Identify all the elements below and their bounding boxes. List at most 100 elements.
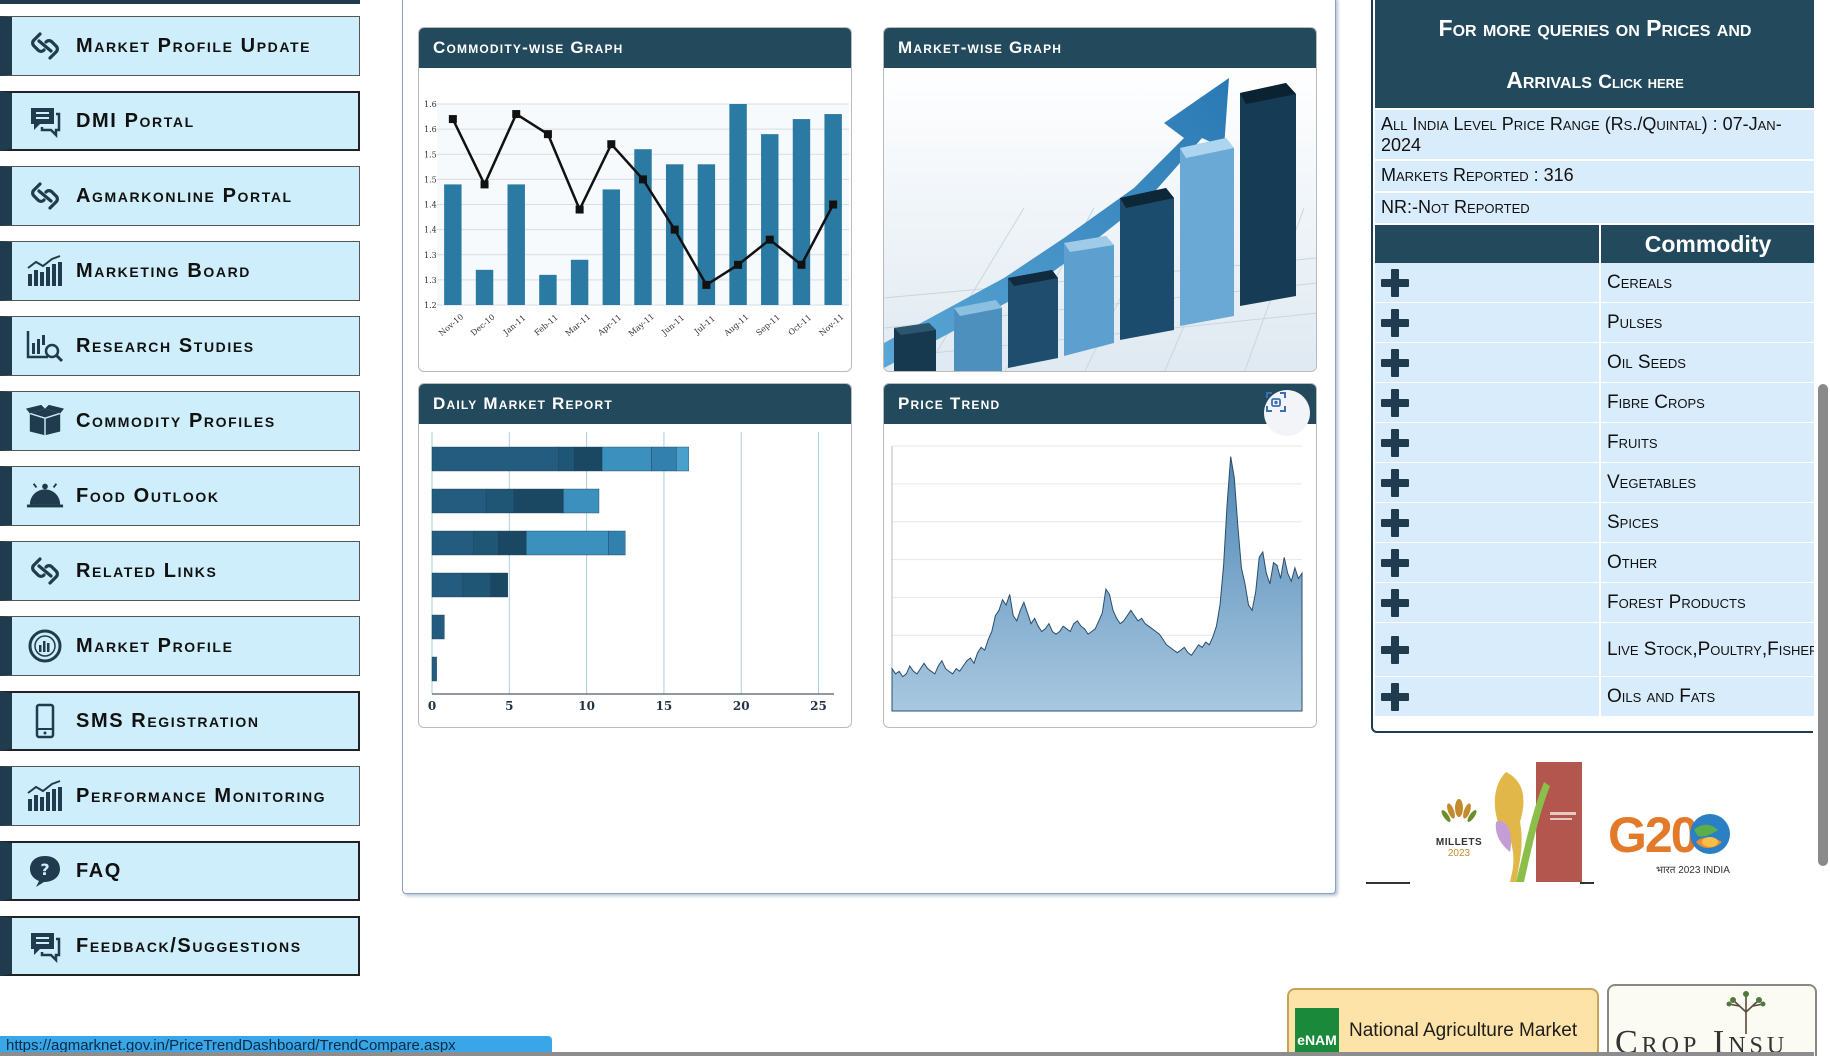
g20-logo: G20 भारत 2023 INDIA bbox=[1608, 810, 1738, 880]
x-tick-label: Aug-11 bbox=[722, 312, 751, 338]
daily-market-report-card[interactable]: Daily Market Report 0 5 10 15 20 25 bbox=[418, 383, 852, 728]
x-tick-label: Oct-11 bbox=[787, 313, 814, 337]
x-tick-label: Jul-11 bbox=[692, 314, 717, 337]
nav-item-label: SMS Registration bbox=[76, 709, 260, 732]
nav-item-label: FAQ bbox=[76, 859, 122, 882]
nav-item-label: Performance Monitoring bbox=[76, 784, 327, 807]
commodity-graph-card[interactable]: Commodity-wise Graph 1.2 1.3 1.3 1.4 1.4 1.5 1… bbox=[418, 27, 852, 372]
market-graph-card[interactable]: Market-wise Graph bbox=[883, 27, 1317, 372]
nav-item-market-profile-update[interactable]: Market Profile Update bbox=[0, 16, 360, 76]
price-trend-card[interactable]: Price Trend bbox=[883, 383, 1317, 728]
price-trend-chart bbox=[884, 424, 1316, 727]
expand-button[interactable] bbox=[1375, 423, 1601, 462]
query-text-line1: For more queries on Prices and bbox=[1438, 15, 1752, 41]
commodity-name[interactable]: Oil Seeds bbox=[1601, 343, 1815, 382]
bar bbox=[824, 114, 842, 305]
series-point bbox=[829, 200, 838, 209]
millets-text: MILLETS bbox=[1435, 837, 1483, 848]
x-tick-label: Jun-11 bbox=[659, 313, 686, 338]
expand-button[interactable] bbox=[1375, 263, 1601, 302]
scrollbar-thumb[interactable] bbox=[1818, 384, 1828, 866]
market-illustration bbox=[884, 68, 1316, 371]
bar bbox=[507, 184, 525, 305]
commodity-name[interactable]: Other bbox=[1601, 543, 1815, 582]
y-tick-label: 1.3 bbox=[424, 276, 437, 285]
bar-segment bbox=[558, 446, 575, 472]
expand-button[interactable] bbox=[1375, 303, 1601, 342]
commodity-name[interactable]: Cereals bbox=[1601, 263, 1815, 302]
y-tick-label: 1.6 bbox=[424, 100, 437, 109]
expand-button[interactable] bbox=[1375, 503, 1601, 542]
bar-segment bbox=[563, 488, 600, 514]
nav-item-marketing-board[interactable]: Marketing Board bbox=[0, 241, 360, 301]
food-tray-icon bbox=[26, 477, 64, 515]
expand-button[interactable] bbox=[1375, 583, 1601, 622]
commodity-name[interactable]: Fibre Crops bbox=[1601, 383, 1815, 422]
bar bbox=[792, 119, 811, 305]
nav-item-faq[interactable]: ? FAQ bbox=[0, 841, 360, 901]
expand-button[interactable] bbox=[1375, 343, 1601, 382]
card-title: Daily Market Report bbox=[419, 384, 851, 424]
y-tick-label: 1.2 bbox=[424, 301, 437, 310]
millets-year: 2023 bbox=[1447, 848, 1471, 859]
y-tick-label: 1.4 bbox=[424, 201, 437, 210]
markets-reported-info: Markets Reported : 316 bbox=[1375, 161, 1815, 192]
price-area bbox=[891, 456, 1303, 712]
logo-underline-right bbox=[1580, 882, 1594, 884]
bottom-divider bbox=[0, 1052, 1814, 1056]
expand-button[interactable] bbox=[1375, 623, 1601, 676]
x-tick-label: May-11 bbox=[627, 312, 656, 338]
nav-item-related-links[interactable]: Related Links bbox=[0, 541, 360, 601]
expand-button[interactable] bbox=[1375, 463, 1601, 502]
x-tick-label: Apr-11 bbox=[595, 313, 623, 338]
nav-item-feedback-suggestions[interactable]: Feedback/Suggestions bbox=[0, 916, 360, 976]
logos-strip: MILLETS 2023 G20 भारत 2023 INDIA bbox=[1364, 762, 1804, 886]
queries-link-box[interactable]: For more queries on Prices and Arrivals … bbox=[1375, 0, 1815, 108]
price-info-panel: For more queries on Prices and Arrivals … bbox=[1371, 0, 1815, 733]
bar bbox=[665, 164, 684, 305]
bar bbox=[729, 104, 747, 305]
commodity-name[interactable]: Fruits bbox=[1601, 423, 1815, 462]
nav-item-commodity-profiles[interactable]: Commodity Profiles bbox=[0, 391, 360, 451]
nav-item-label: Research Studies bbox=[76, 334, 255, 357]
nav-item-food-outlook[interactable]: Food Outlook bbox=[0, 466, 360, 526]
series-point bbox=[480, 180, 489, 189]
x-tick-label: 0 bbox=[428, 699, 436, 713]
commodity-table-header: Commodity bbox=[1375, 225, 1815, 263]
bar-chart-icon bbox=[26, 777, 64, 815]
series-point bbox=[639, 175, 647, 184]
series-point bbox=[512, 110, 521, 119]
nav-item-sms-registration[interactable]: SMS Registration bbox=[0, 691, 360, 751]
commodity-name[interactable]: Spices bbox=[1601, 503, 1815, 542]
price-range-info: All India Level Price Range (Rs./Quintal… bbox=[1375, 110, 1815, 160]
analytics-search-icon bbox=[26, 327, 64, 365]
commodity-name[interactable]: Oils and Fats bbox=[1601, 677, 1815, 716]
commodity-name[interactable]: Pulses bbox=[1601, 303, 1815, 342]
expand-button[interactable] bbox=[1375, 383, 1601, 422]
nav-item-research-studies[interactable]: Research Studies bbox=[0, 316, 360, 376]
series-point bbox=[734, 260, 743, 269]
expand-button[interactable] bbox=[1375, 677, 1601, 716]
nav-top-divider bbox=[0, 0, 360, 4]
enam-banner[interactable]: eNAM National Agriculture Market bbox=[1287, 988, 1599, 1056]
chat-icon bbox=[26, 927, 64, 965]
plus-icon bbox=[1381, 635, 1409, 664]
expand-button[interactable] bbox=[1375, 543, 1601, 582]
commodity-row: Oil Seeds bbox=[1375, 343, 1815, 383]
commodity-row: Spices bbox=[1375, 503, 1815, 543]
commodity-name[interactable]: Live Stock,Poultry,Fisheries bbox=[1601, 623, 1815, 676]
series-point bbox=[702, 280, 711, 289]
commodity-name[interactable]: Forest Products bbox=[1601, 583, 1815, 622]
card-title: Market-wise Graph bbox=[884, 28, 1316, 68]
nav-item-market-profile[interactable]: Market Profile bbox=[0, 616, 360, 676]
nav-item-agmarkonline-portal[interactable]: Agmarkonline Portal bbox=[0, 166, 360, 226]
click-here-link[interactable]: Click here bbox=[1598, 72, 1683, 93]
bar-segment bbox=[473, 530, 499, 556]
x-tick-label: 20 bbox=[733, 699, 750, 713]
commodity-name[interactable]: Vegetables bbox=[1601, 463, 1815, 502]
crop-insurance-banner[interactable]: Crop Insu bbox=[1607, 984, 1817, 1056]
nav-item-performance-monitoring[interactable]: Performance Monitoring bbox=[0, 766, 360, 826]
svg-text:?: ? bbox=[40, 860, 49, 879]
x-tick-label: Dec-10 bbox=[469, 312, 497, 337]
nav-item-dmi-portal[interactable]: DMI Portal bbox=[0, 91, 360, 151]
